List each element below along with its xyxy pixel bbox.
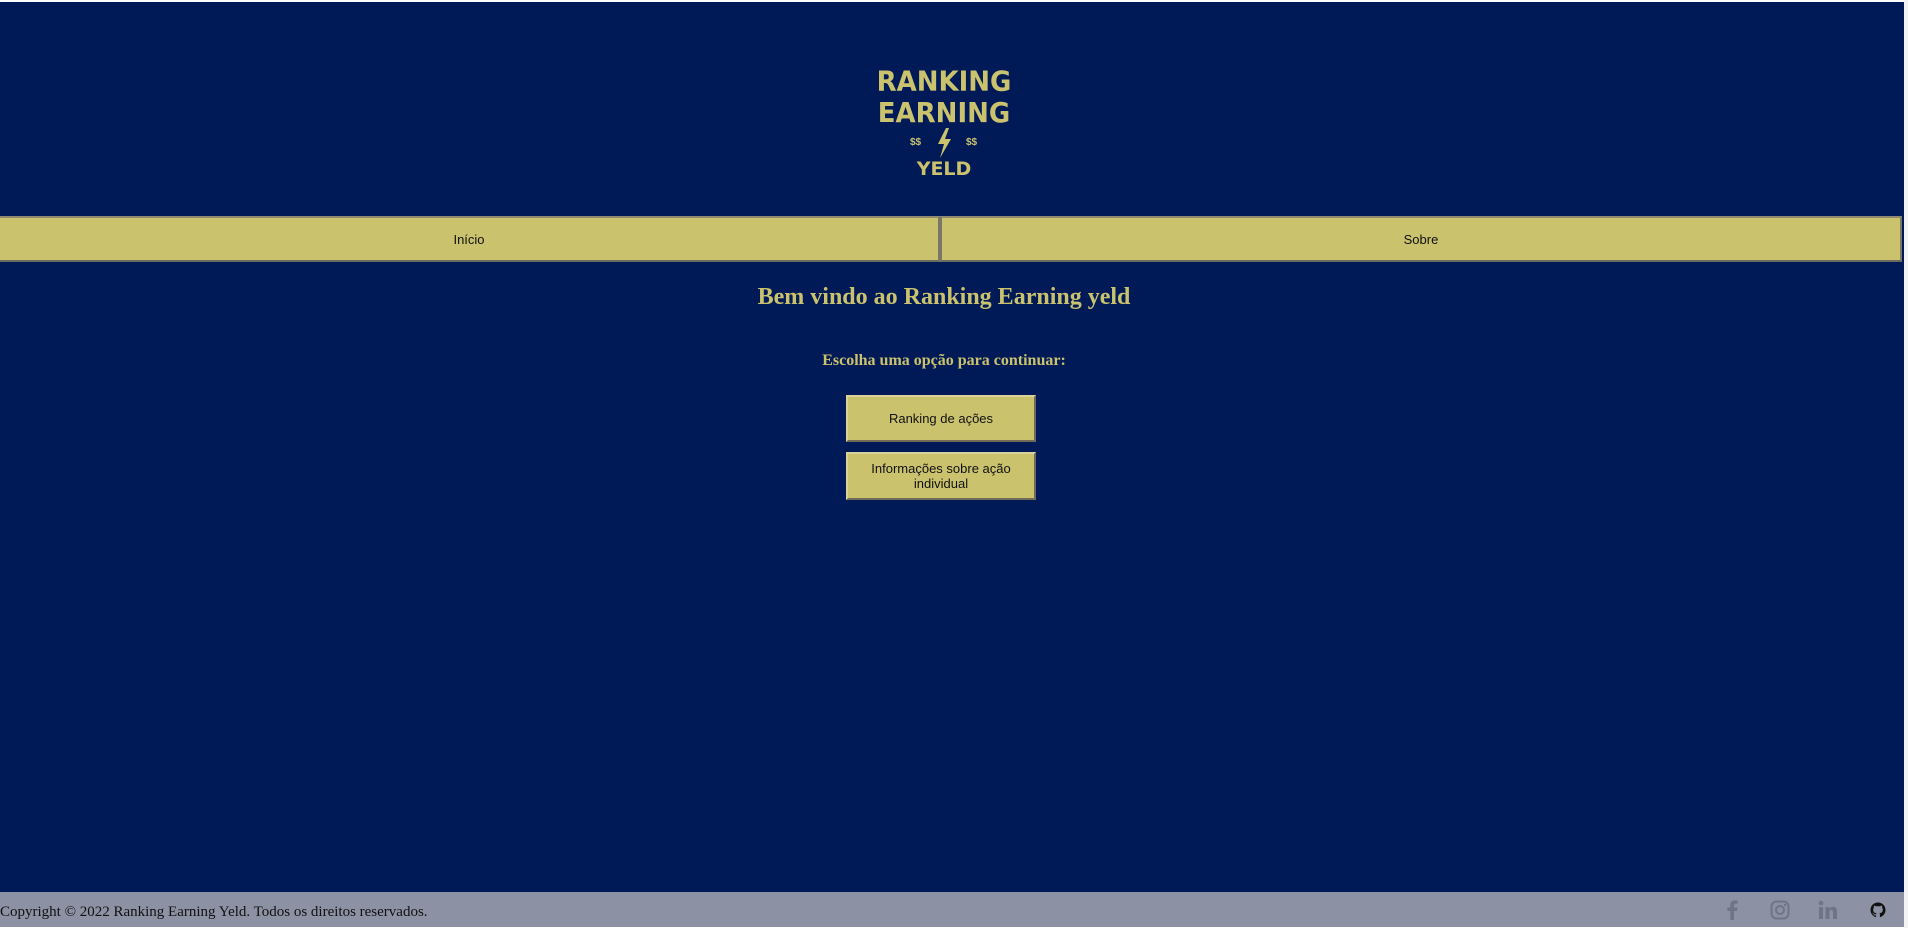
stock-ranking-button[interactable]: Ranking de ações bbox=[846, 395, 1036, 442]
main-nav: Início Sobre bbox=[0, 216, 1904, 262]
instagram-link[interactable] bbox=[1770, 892, 1790, 927]
logo-subtitle: YELD bbox=[916, 158, 972, 180]
choose-option-prompt: Escolha uma opção para continuar: bbox=[822, 352, 1066, 369]
facebook-icon bbox=[1727, 899, 1738, 920]
logo-dollar-left: $$ bbox=[910, 137, 922, 148]
instagram-icon bbox=[1770, 900, 1790, 919]
linkedin-icon bbox=[1818, 900, 1837, 919]
window-edge bbox=[1904, 0, 1908, 928]
individual-stock-info-button[interactable]: Informações sobre ação individual bbox=[846, 452, 1036, 500]
copyright-text: Copyright © 2022 Ranking Earning Yeld. T… bbox=[0, 904, 428, 920]
github-icon bbox=[1870, 902, 1886, 917]
github-link[interactable] bbox=[1870, 892, 1886, 927]
logo-dollar-right: $$ bbox=[966, 137, 978, 148]
facebook-link[interactable] bbox=[1726, 892, 1738, 927]
linkedin-link[interactable] bbox=[1818, 892, 1838, 927]
page: RANKING EARNING $$ $$ YELD Início Sobre … bbox=[0, 2, 1904, 927]
footer: Copyright © 2022 Ranking Earning Yeld. T… bbox=[0, 892, 1904, 927]
nav-item-sobre[interactable]: Sobre bbox=[940, 216, 1902, 262]
site-logo[interactable]: RANKING EARNING $$ $$ YELD bbox=[842, 66, 1046, 181]
nav-item-inicio[interactable]: Início bbox=[0, 216, 940, 262]
lightning-icon bbox=[938, 128, 951, 158]
logo-title: RANKING EARNING bbox=[876, 66, 1012, 130]
page-title: Bem vindo ao Ranking Earning yeld bbox=[757, 284, 1131, 310]
logo-symbol-row: $$ $$ bbox=[842, 128, 1046, 158]
